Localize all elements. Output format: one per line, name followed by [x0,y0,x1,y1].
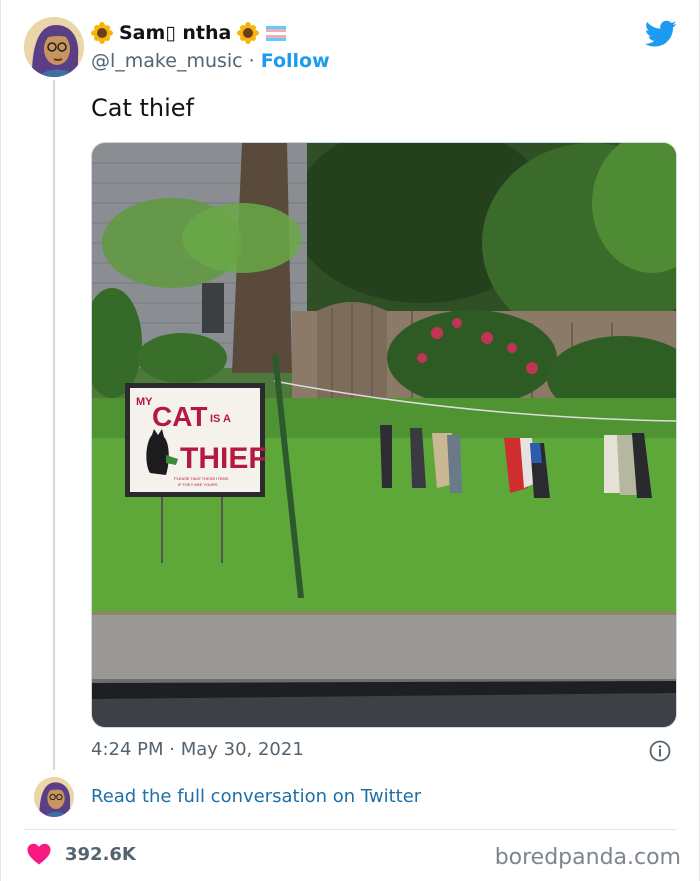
info-icon[interactable] [649,740,671,762]
divider [23,829,677,830]
sunflower-icon [91,22,113,44]
author-row: Sam▯ ntha [91,22,287,44]
author-name[interactable]: Sam▯ ntha [119,22,231,44]
sign-small-text-2: IF THEY ARE YOURS [178,482,218,487]
sign-text-is-a: IS A [210,413,231,425]
avatar[interactable] [24,17,84,77]
read-conversation-link[interactable]: Read the full conversation on Twitter [91,786,421,807]
tweet-card: Sam▯ ntha @l_make_music · Follow Cat thi… [0,0,700,881]
tweet-timestamp[interactable]: 4:24 PM · May 30, 2021 [91,739,304,760]
sign-text-thief: THIEF [180,442,267,475]
likes-count: 392.6K [65,843,136,865]
transgender-flag-icon [266,26,287,41]
separator: · [248,50,255,72]
heart-icon[interactable] [27,843,51,865]
watermark: boredpanda.com [494,845,681,870]
sign-small-text-1: PLEASE TAKE THESE ITEMS [174,476,229,481]
twitter-bird-icon[interactable] [645,20,677,48]
tweet-text: Cat thief [91,94,195,122]
handle-row: @l_make_music · Follow [91,50,330,72]
sign-text-my: MY [136,396,153,408]
tweet-photo[interactable]: MY CAT IS A THIEF PLEASE TAKE THESE ITEM… [91,142,677,728]
likes[interactable]: 392.6K [27,843,136,865]
avatar[interactable] [34,777,74,817]
author-handle[interactable]: @l_make_music [91,50,243,72]
thread-line [53,80,55,770]
follow-button[interactable]: Follow [261,50,330,72]
sign-text-cat: CAT [152,401,207,432]
sunflower-icon [237,22,260,44]
